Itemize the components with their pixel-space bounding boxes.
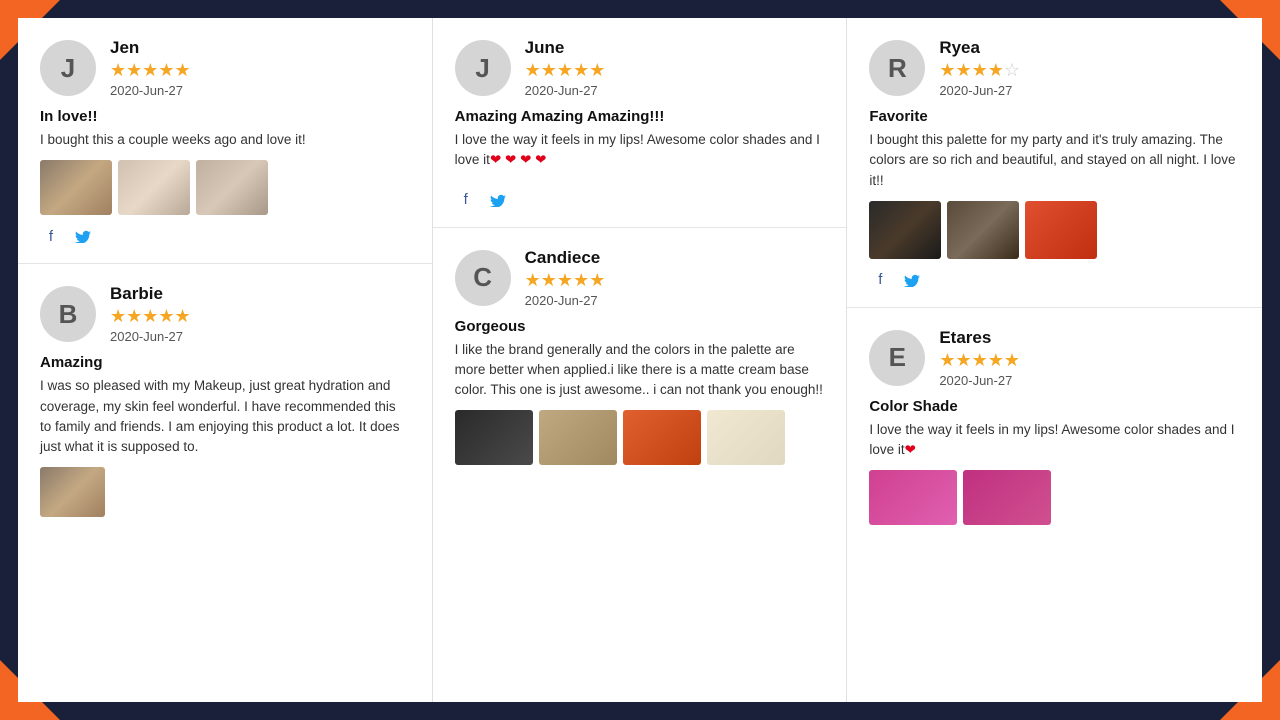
heart-june-3: ❤: [520, 152, 531, 167]
review-card-ryea: R Ryea ★★★★☆ 2020-Jun-27 Favorite I boug…: [847, 18, 1262, 308]
review-body-jen: I bought this a couple weeks ago and lov…: [40, 130, 410, 150]
social-links-jen: f: [40, 225, 410, 247]
twitter-icon-ryea[interactable]: [901, 269, 923, 291]
review-card-jen: J Jen ★★★★★ 2020-Jun-27 In love!! I boug…: [18, 18, 432, 264]
review-title-candiece: Gorgeous: [455, 318, 825, 335]
review-card-candiece: C Candiece ★★★★★ 2020-Jun-27 Gorgeous I …: [433, 228, 847, 482]
review-body-barbie: I was so pleased with my Makeup, just gr…: [40, 376, 410, 457]
review-image-barbie-1[interactable]: [40, 467, 105, 517]
facebook-icon-jen[interactable]: f: [40, 225, 62, 247]
stars-ryea: ★★★★☆: [939, 60, 1020, 81]
review-images-ryea: [869, 201, 1240, 259]
twitter-icon-june[interactable]: [487, 189, 509, 211]
reviewer-header-june: J June ★★★★★ 2020-Jun-27: [455, 38, 825, 98]
review-image-candiece-3[interactable]: [623, 410, 701, 465]
review-date-jen: 2020-Jun-27: [110, 83, 191, 98]
stars-candiece: ★★★★★: [525, 270, 606, 291]
facebook-icon-ryea[interactable]: f: [869, 269, 891, 291]
reviewer-name-ryea: Ryea: [939, 38, 1020, 58]
review-title-jen: In love!!: [40, 108, 410, 125]
review-date-june: 2020-Jun-27: [525, 83, 606, 98]
avatar-barbie: B: [40, 286, 96, 342]
reviewer-info-etares: Etares ★★★★★ 2020-Jun-27: [939, 328, 1020, 388]
review-images-jen: [40, 160, 410, 215]
heart-etares-1: ❤: [905, 442, 916, 457]
heart-june-1: ❤: [490, 152, 501, 167]
reviewer-info-candiece: Candiece ★★★★★ 2020-Jun-27: [525, 248, 606, 308]
reviewer-name-barbie: Barbie: [110, 284, 191, 304]
stars-etares: ★★★★★: [939, 350, 1020, 371]
review-image-ryea-3[interactable]: [1025, 201, 1097, 259]
column-3: R Ryea ★★★★☆ 2020-Jun-27 Favorite I boug…: [847, 18, 1262, 702]
twitter-icon-jen[interactable]: [72, 225, 94, 247]
reviewer-header-barbie: B Barbie ★★★★★ 2020-Jun-27: [40, 284, 410, 344]
review-title-ryea: Favorite: [869, 108, 1240, 125]
reviewer-info-june: June ★★★★★ 2020-Jun-27: [525, 38, 606, 98]
review-image-jen-1[interactable]: [40, 160, 112, 215]
reviewer-header-jen: J Jen ★★★★★ 2020-Jun-27: [40, 38, 410, 98]
reviewer-header-ryea: R Ryea ★★★★☆ 2020-Jun-27: [869, 38, 1240, 98]
reviewer-header-etares: E Etares ★★★★★ 2020-Jun-27: [869, 328, 1240, 388]
reviewer-name-candiece: Candiece: [525, 248, 606, 268]
review-title-etares: Color Shade: [869, 398, 1240, 415]
review-image-candiece-2[interactable]: [539, 410, 617, 465]
review-image-jen-2[interactable]: [118, 160, 190, 215]
reviewer-info-ryea: Ryea ★★★★☆ 2020-Jun-27: [939, 38, 1020, 98]
avatar-jen: J: [40, 40, 96, 96]
review-image-jen-3[interactable]: [196, 160, 268, 215]
review-images-candiece: [455, 410, 825, 465]
review-date-etares: 2020-Jun-27: [939, 373, 1020, 388]
review-date-ryea: 2020-Jun-27: [939, 83, 1020, 98]
avatar-candiece: C: [455, 250, 511, 306]
avatar-june: J: [455, 40, 511, 96]
heart-june-4: ❤: [535, 152, 546, 167]
reviewer-name-june: June: [525, 38, 606, 58]
reviewer-header-candiece: C Candiece ★★★★★ 2020-Jun-27: [455, 248, 825, 308]
social-links-june: f: [455, 189, 825, 211]
reviewer-info-jen: Jen ★★★★★ 2020-Jun-27: [110, 38, 191, 98]
review-card-etares: E Etares ★★★★★ 2020-Jun-27 Color Shade I…: [847, 308, 1262, 542]
review-body-etares: I love the way it feels in my lips! Awes…: [869, 420, 1240, 461]
column-2: J June ★★★★★ 2020-Jun-27 Amazing Amazing…: [433, 18, 848, 702]
review-image-candiece-1[interactable]: [455, 410, 533, 465]
avatar-ryea: R: [869, 40, 925, 96]
review-body-june: I love the way it feels in my lips! Awes…: [455, 130, 825, 171]
reviewer-name-jen: Jen: [110, 38, 191, 58]
review-title-june: Amazing Amazing Amazing!!!: [455, 108, 825, 125]
heart-june-2: ❤: [505, 152, 516, 167]
review-image-candiece-4[interactable]: [707, 410, 785, 465]
review-date-barbie: 2020-Jun-27: [110, 329, 191, 344]
reviews-container: J Jen ★★★★★ 2020-Jun-27 In love!! I boug…: [18, 18, 1262, 702]
reviewer-name-etares: Etares: [939, 328, 1020, 348]
review-images-barbie: [40, 467, 410, 517]
review-image-ryea-2[interactable]: [947, 201, 1019, 259]
facebook-icon-june[interactable]: f: [455, 189, 477, 211]
stars-june: ★★★★★: [525, 60, 606, 81]
column-1: J Jen ★★★★★ 2020-Jun-27 In love!! I boug…: [18, 18, 433, 702]
review-title-barbie: Amazing: [40, 354, 410, 371]
reviewer-info-barbie: Barbie ★★★★★ 2020-Jun-27: [110, 284, 191, 344]
review-body-candiece: I like the brand generally and the color…: [455, 340, 825, 401]
review-image-etares-2[interactable]: [963, 470, 1051, 525]
review-images-etares: [869, 470, 1240, 525]
avatar-etares: E: [869, 330, 925, 386]
stars-barbie: ★★★★★: [110, 306, 191, 327]
review-image-etares-1[interactable]: [869, 470, 957, 525]
review-card-barbie: B Barbie ★★★★★ 2020-Jun-27 Amazing I was…: [18, 264, 432, 533]
review-date-candiece: 2020-Jun-27: [525, 293, 606, 308]
review-card-june: J June ★★★★★ 2020-Jun-27 Amazing Amazing…: [433, 18, 847, 228]
stars-jen: ★★★★★: [110, 60, 191, 81]
review-body-ryea: I bought this palette for my party and i…: [869, 130, 1240, 191]
social-links-ryea: f: [869, 269, 1240, 291]
review-image-ryea-1[interactable]: [869, 201, 941, 259]
